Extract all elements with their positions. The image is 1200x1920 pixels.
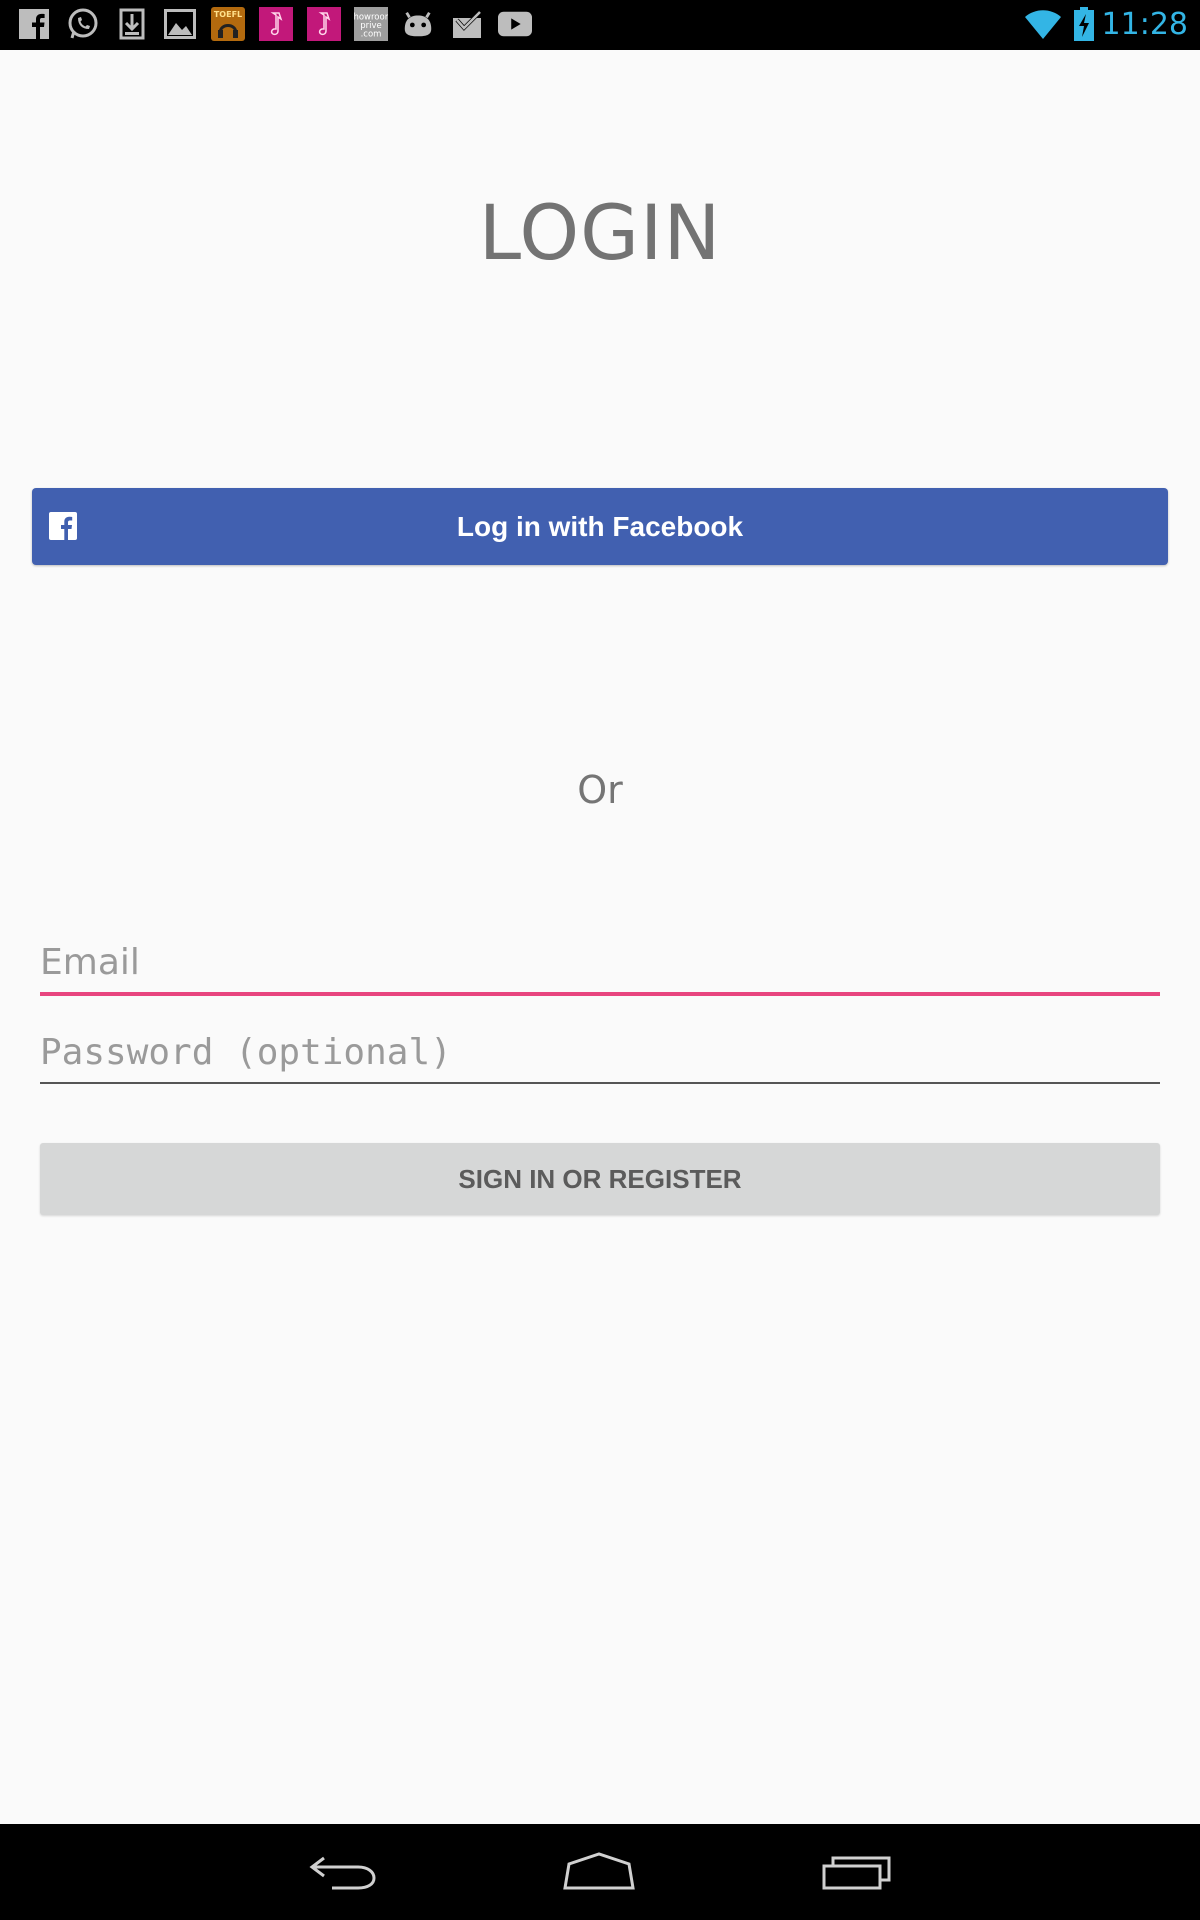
tasks-icon xyxy=(450,7,484,41)
toefl-app-icon: TOEFL xyxy=(211,7,245,41)
home-icon[interactable] xyxy=(554,1842,644,1902)
showroomprive-icon: showroomprive.com xyxy=(354,7,388,41)
password-field[interactable] xyxy=(40,1022,1160,1084)
back-icon[interactable] xyxy=(298,1842,388,1902)
recent-apps-icon[interactable] xyxy=(812,1842,902,1902)
gallery-icon xyxy=(163,7,197,41)
clock: 11:28 xyxy=(1101,7,1188,42)
wifi-icon xyxy=(1024,7,1062,41)
download-icon xyxy=(115,7,149,41)
facebook-icon xyxy=(17,7,51,41)
battery-charging-icon xyxy=(1070,7,1098,41)
toefl-icon-text: TOEFL xyxy=(214,10,242,19)
navigation-bar xyxy=(0,1824,1200,1920)
android-icon xyxy=(401,7,435,41)
facebook-login-button[interactable]: Log in with Facebook xyxy=(32,488,1168,565)
sign-in-register-button[interactable]: SIGN IN OR REGISTER xyxy=(40,1143,1160,1215)
youtube-icon xyxy=(498,7,532,41)
facebook-login-label: Log in with Facebook xyxy=(456,511,744,542)
email-field[interactable] xyxy=(40,932,1160,996)
music-app-icon xyxy=(259,7,293,41)
status-bar: TOEFL showroomprive.com 11:28 xyxy=(0,0,1200,50)
page-title: LOGIN xyxy=(478,188,722,277)
or-separator: Or xyxy=(577,768,623,812)
whatsapp-icon xyxy=(66,7,100,41)
music-app-icon xyxy=(307,7,341,41)
